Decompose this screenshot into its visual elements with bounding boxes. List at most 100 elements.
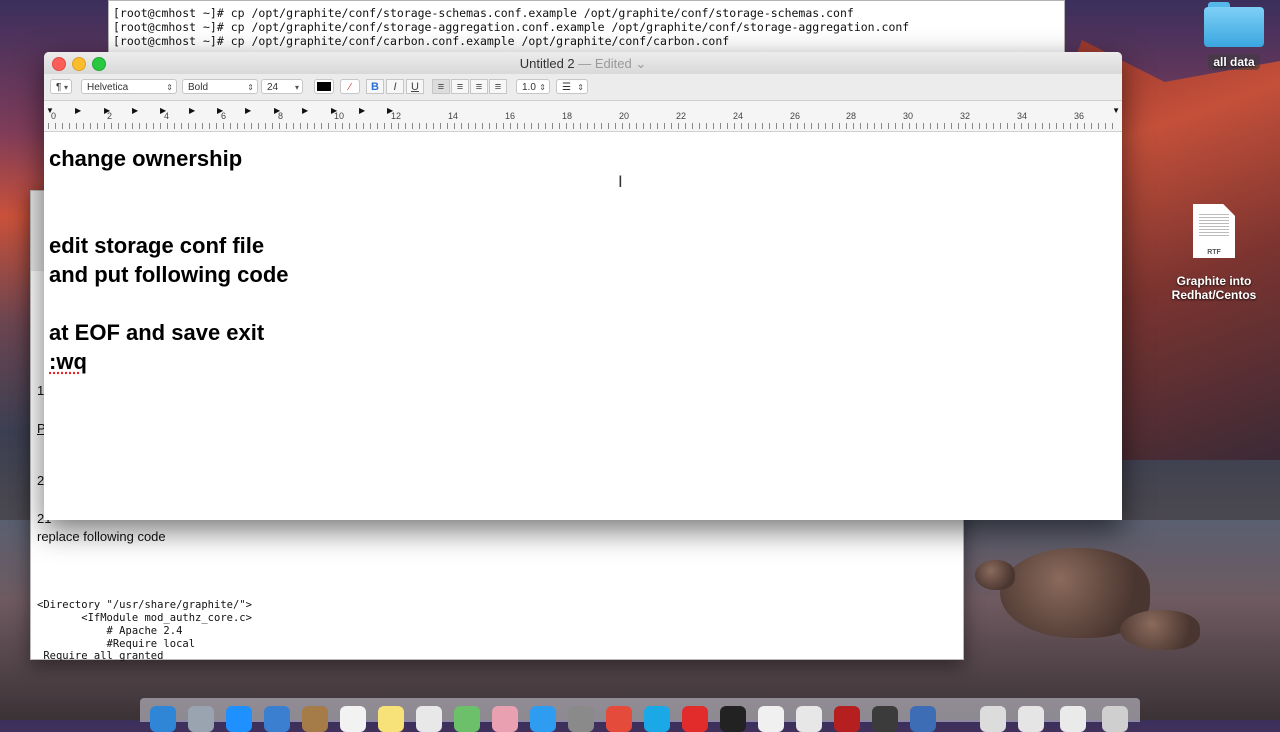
documents-stack-icon[interactable] xyxy=(1018,706,1044,732)
safari-icon[interactable] xyxy=(226,706,252,732)
ruler-tick-label: 16 xyxy=(505,111,516,121)
tab-stop-marker[interactable]: ▶ xyxy=(302,106,308,115)
align-right-button[interactable]: ≡ xyxy=(470,79,488,94)
line-spacing-value: 1.0 xyxy=(522,82,536,93)
skype-icon[interactable] xyxy=(644,706,670,732)
list-style-popup[interactable]: ☰ ⇕ xyxy=(556,79,588,94)
right-indent-marker[interactable]: ▼ xyxy=(1112,106,1120,115)
no-highlight-icon: ⁄ xyxy=(349,82,351,93)
tab-stop-marker[interactable]: ▶ xyxy=(132,106,138,115)
rtf-document-icon: RTF xyxy=(1193,204,1235,258)
textedit-icon[interactable] xyxy=(758,706,784,732)
window-title[interactable]: Untitled 2 — Edited ⌄ xyxy=(44,56,1122,72)
quicktime-icon[interactable] xyxy=(910,706,936,732)
acrobat-icon[interactable] xyxy=(834,706,860,732)
font-family-select[interactable]: Helvetica ⇕ xyxy=(81,79,177,94)
align-center-button[interactable]: ≡ xyxy=(451,79,469,94)
text-color-well[interactable] xyxy=(314,79,334,94)
paragraph-style-popup[interactable]: ¶ ▾ xyxy=(50,79,72,94)
tab-stop-marker[interactable]: ▶ xyxy=(189,106,195,115)
mail-icon[interactable] xyxy=(264,706,290,732)
document-paragraph xyxy=(49,202,1122,231)
color-swatch xyxy=(317,82,331,91)
align-left-button[interactable]: ≡ xyxy=(432,79,450,94)
maps-icon[interactable] xyxy=(454,706,480,732)
terminal-icon[interactable] xyxy=(720,706,746,732)
desktop-folder-all-data[interactable]: all data xyxy=(1194,2,1274,70)
pilcrow-icon: ¶ xyxy=(56,82,62,93)
contacts-icon[interactable] xyxy=(302,706,328,732)
misspelled-word: :wq xyxy=(49,349,87,374)
font-family-value: Helvetica xyxy=(87,82,129,93)
photos-icon[interactable] xyxy=(492,706,518,732)
document-paragraph: :wq xyxy=(49,347,1122,376)
title-bar[interactable]: Untitled 2 — Edited ⌄ xyxy=(44,52,1122,74)
dock xyxy=(140,698,1140,732)
terminal-window[interactable]: [root@cmhost ~]# cp /opt/graphite/conf/s… xyxy=(108,0,1065,54)
folder-icon xyxy=(1204,2,1264,48)
chrome-icon[interactable] xyxy=(606,706,632,732)
filezilla-icon[interactable] xyxy=(682,706,708,732)
ruler-scale xyxy=(48,123,1118,129)
code-line: #Require local xyxy=(37,638,196,650)
chevron-down-icon[interactable]: ⌄ xyxy=(635,56,646,71)
file-label-line-2: Redhat/Centos xyxy=(1171,288,1257,302)
app-store-icon[interactable] xyxy=(530,706,556,732)
ruler-tick-label: 36 xyxy=(1074,111,1085,121)
justify-button[interactable]: ≡ xyxy=(489,79,507,94)
ruler-tick-label: 28 xyxy=(846,111,857,121)
desktop-rtf-file[interactable]: RTF Graphite into Redhat/Centos xyxy=(1162,204,1266,302)
ruler-tick-label: 22 xyxy=(676,111,687,121)
trash-icon[interactable] xyxy=(1102,706,1128,732)
ruler-tick-label: 32 xyxy=(960,111,971,121)
document-paragraph xyxy=(49,289,1122,318)
terminal-line: [root@cmhost ~]# cp /opt/graphite/conf/s… xyxy=(113,20,910,34)
code-line: # Apache 2.4 xyxy=(37,625,183,637)
highlight-color-well[interactable]: ⁄ xyxy=(340,79,360,94)
ruler-tick-label: 4 xyxy=(164,111,170,121)
underline-button[interactable]: U xyxy=(406,79,424,94)
document-text-area[interactable]: change ownership edit storage conf file … xyxy=(44,132,1122,376)
code-line: <Directory "/usr/share/graphite/"> xyxy=(37,599,252,611)
document-paragraph xyxy=(49,173,1122,202)
italic-button[interactable]: I xyxy=(386,79,404,94)
folder-label: all data xyxy=(1208,54,1260,70)
list-icon: ☰ xyxy=(562,82,571,93)
terminal-line: [root@cmhost ~]# cp /opt/graphite/conf/s… xyxy=(113,6,854,20)
reminders-icon[interactable] xyxy=(416,706,442,732)
textedit-window[interactable]: Untitled 2 — Edited ⌄ ¶ ▾ Helvetica ⇕ Bold… xyxy=(44,52,1122,520)
code-line: Require all granted xyxy=(37,650,164,662)
document-name: Untitled 2 xyxy=(519,56,575,71)
align-right-icon: ≡ xyxy=(475,81,483,93)
downloads-stack-icon[interactable] xyxy=(980,706,1006,732)
calendar-icon[interactable] xyxy=(340,706,366,732)
document-paragraph: and put following code xyxy=(49,262,289,287)
system-preferences-icon[interactable] xyxy=(568,706,594,732)
preview-icon[interactable] xyxy=(796,706,822,732)
code-line: <IfModule mod_authz_core.c> xyxy=(37,612,252,624)
rtf-badge: RTF xyxy=(1207,249,1221,256)
wallpaper-rock xyxy=(1120,610,1200,650)
file-stack-icon[interactable] xyxy=(1060,706,1086,732)
ruler-tick-label: 14 xyxy=(448,111,459,121)
terminal-line: [root@cmhost ~]# cp /opt/graphite/conf/c… xyxy=(113,34,730,48)
document-paragraph: change ownership xyxy=(49,146,243,171)
notes-icon[interactable] xyxy=(378,706,404,732)
wallpaper-rock xyxy=(975,560,1015,590)
launchpad-icon[interactable] xyxy=(188,706,214,732)
instruction-text: replace following code xyxy=(37,529,166,544)
ruler[interactable]: ▼ ▶ ▶ ▶ ▶ ▶ ▶ ▶ ▶ ▶ ▶ ▶ ▶ ▼ 0 2 4 6 8 10… xyxy=(44,101,1122,132)
line-spacing-select[interactable]: 1.0 ⇕ xyxy=(516,79,550,94)
font-style-select[interactable]: Bold ⇕ xyxy=(182,79,258,94)
finder-icon[interactable] xyxy=(150,706,176,732)
sublime-icon[interactable] xyxy=(872,706,898,732)
bold-button[interactable]: B xyxy=(366,79,384,94)
tab-stop-marker[interactable]: ▶ xyxy=(245,106,251,115)
tab-stop-marker[interactable]: ▶ xyxy=(359,106,365,115)
file-label-line-1: Graphite into xyxy=(1176,274,1252,288)
tab-stop-marker[interactable]: ▶ xyxy=(75,106,81,115)
ruler-tick-label: 8 xyxy=(278,111,284,121)
ruler-tick-label: 30 xyxy=(903,111,914,121)
font-size-combobox[interactable]: 24 ▾ xyxy=(261,79,303,94)
document-paragraph: at EOF and save exit xyxy=(49,320,265,345)
